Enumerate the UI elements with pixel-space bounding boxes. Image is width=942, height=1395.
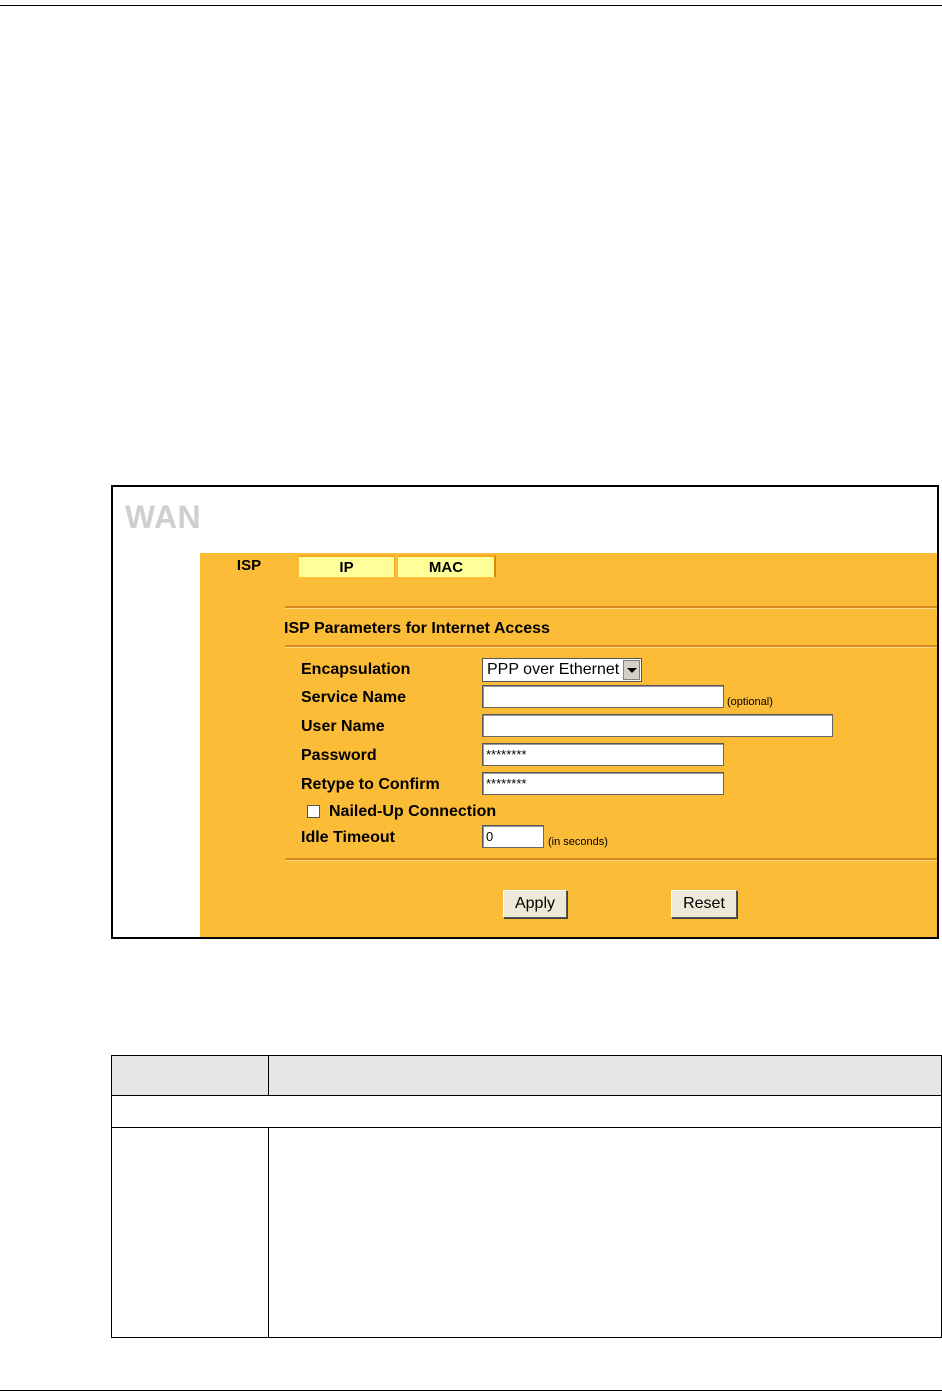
- tab-ip[interactable]: IP: [299, 555, 395, 577]
- encapsulation-label: Encapsulation: [301, 661, 411, 678]
- retype-password-input[interactable]: ********: [482, 772, 724, 795]
- tab-isp[interactable]: ISP: [200, 555, 298, 577]
- table-section-row: [112, 1096, 941, 1128]
- wan-screenshot: WAN ISP IP MAC ISP Parameters for Intern…: [111, 485, 939, 939]
- reset-button[interactable]: Reset: [671, 890, 737, 918]
- service-name-input[interactable]: [482, 685, 724, 708]
- tab-mac[interactable]: MAC: [398, 555, 496, 577]
- page-title: WAN: [125, 499, 202, 535]
- service-name-label: Service Name: [301, 689, 406, 706]
- retype-label: Retype to Confirm: [301, 776, 440, 793]
- nailed-up-label: Nailed-Up Connection: [329, 803, 497, 820]
- page-top-rule: [0, 5, 942, 6]
- user-name-input[interactable]: [482, 714, 833, 737]
- table-column-divider: [268, 1056, 269, 1095]
- section-title: ISP Parameters for Internet Access: [284, 620, 550, 637]
- user-name-label: User Name: [301, 718, 385, 735]
- service-name-hint: (optional): [727, 696, 773, 708]
- divider: [285, 645, 937, 648]
- password-label: Password: [301, 747, 377, 764]
- page-bottom-rule: [0, 1390, 942, 1391]
- encapsulation-value: PPP over Ethernet: [487, 661, 620, 678]
- idle-timeout-hint: (in seconds): [548, 836, 608, 848]
- description-table: [111, 1055, 942, 1338]
- table-column-divider: [268, 1127, 269, 1337]
- chevron-down-icon[interactable]: [623, 660, 640, 680]
- apply-button[interactable]: Apply: [503, 890, 567, 918]
- idle-timeout-input[interactable]: 0: [482, 825, 544, 848]
- divider: [285, 858, 937, 861]
- table-header-row: [112, 1056, 941, 1096]
- password-input[interactable]: ********: [482, 743, 724, 766]
- nailed-up-checkbox[interactable]: [307, 805, 320, 818]
- idle-timeout-label: Idle Timeout: [301, 829, 395, 846]
- encapsulation-select[interactable]: PPP over Ethernet: [482, 658, 642, 682]
- divider: [285, 606, 937, 609]
